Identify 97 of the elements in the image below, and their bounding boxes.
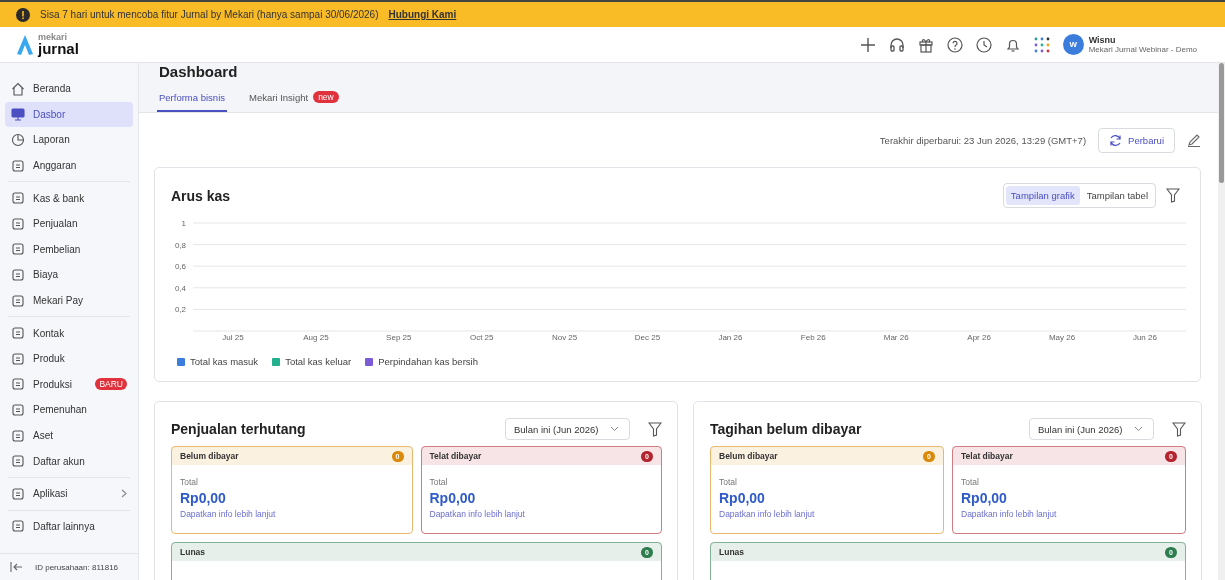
- filter-icon[interactable]: [1166, 188, 1180, 203]
- sidebar-item[interactable]: Produk: [5, 345, 133, 372]
- more-info-link[interactable]: Dapatkan info lebih lanjut: [961, 509, 1177, 519]
- refresh-icon: [1109, 133, 1123, 147]
- logo-icon: [16, 33, 34, 56]
- user-name: Wisnu: [1088, 35, 1117, 45]
- y-tick-label: 0,2: [174, 305, 186, 315]
- period-dropdown[interactable]: Bulan ini (Jun 2026): [505, 418, 630, 440]
- edit-icon[interactable]: [1187, 133, 1201, 147]
- x-tick-label: Sep 25: [386, 333, 412, 342]
- total-label: Total: [180, 477, 199, 487]
- x-tick-label: Aug 25: [303, 333, 329, 342]
- apps-grid-icon[interactable]: [1033, 36, 1050, 53]
- chevron-down-icon: [1134, 426, 1143, 432]
- pie-chart-icon: [11, 133, 25, 147]
- more-info-link[interactable]: Dapatkan info lebih lanjut: [719, 509, 935, 519]
- collapse-icon[interactable]: [10, 562, 23, 572]
- sidebar-item[interactable]: Penjualan: [5, 210, 133, 237]
- x-tick-label: Jul 25: [222, 333, 244, 342]
- logo-product: jurnal: [38, 41, 79, 56]
- plus-icon[interactable]: [859, 36, 876, 53]
- info-icon: [16, 7, 30, 22]
- card-title: Penjualan terhutang: [171, 421, 307, 437]
- sidebar-item[interactable]: Mekari Pay: [5, 287, 133, 314]
- company-name: Mekari Jurnal Webinar - Demo: [1088, 45, 1197, 54]
- contact-link[interactable]: Hubungi Kami: [388, 9, 457, 20]
- filter-icon[interactable]: [648, 421, 662, 437]
- total-label: Total: [429, 477, 449, 487]
- new-badge: BARU: [95, 378, 127, 391]
- page-title: Dashboard: [158, 63, 239, 82]
- amount-value: Rp0,00: [180, 490, 227, 506]
- x-tick-label: Oct 25: [469, 333, 494, 342]
- headset-icon[interactable]: [888, 36, 905, 53]
- help-icon[interactable]: [946, 36, 963, 53]
- more-info-link[interactable]: Dapatkan info lebih lanjut: [180, 509, 404, 519]
- banner-message: Sisa 7 hari untuk mencoba fitur Jurnal by Mekari (hanya sampai 30/06/2026): [40, 9, 379, 20]
- sidebar-item[interactable]: Aplikasi: [5, 480, 133, 507]
- x-tick-label: Feb 26: [800, 333, 826, 342]
- user-avatar[interactable]: W: [1062, 34, 1084, 55]
- sidebar-item[interactable]: Laporan: [5, 127, 133, 153]
- sidebar-item[interactable]: Biaya: [5, 262, 133, 288]
- sidebar-item[interactable]: Aset: [5, 422, 133, 449]
- sidebar-item[interactable]: Kontak: [5, 320, 133, 346]
- period-dropdown[interactable]: Bulan ini (Jun 2026): [1029, 418, 1154, 440]
- sidebar-item[interactable]: Produksi BARU: [5, 371, 133, 398]
- x-tick-label: Apr 26: [967, 333, 991, 342]
- gift-icon[interactable]: [917, 36, 934, 53]
- status-label: Belum dibayar: [180, 451, 239, 461]
- logo-brand: mekari: [38, 33, 69, 42]
- status-label: Lunas: [180, 547, 206, 557]
- scrollbar[interactable]: [1218, 63, 1225, 580]
- status-label: Telat dibayar: [961, 451, 1013, 461]
- view-option[interactable]: Tampilan grafik: [1005, 186, 1080, 205]
- sidebar-item[interactable]: Daftar akun: [5, 448, 133, 474]
- sidebar-item[interactable]: Kas & bank: [5, 185, 133, 211]
- amount-value: Rp0,00: [719, 490, 766, 506]
- tab[interactable]: Mekari Insight new: [247, 91, 341, 112]
- sidebar-item[interactable]: Anggaran: [5, 152, 133, 179]
- clock-icon[interactable]: [975, 36, 992, 53]
- scrollbar-thumb[interactable]: [1219, 63, 1224, 183]
- filter-icon[interactable]: [1172, 421, 1186, 437]
- legend-label: Total kas masuk: [190, 356, 259, 367]
- card-title: Arus kas: [171, 187, 232, 204]
- status-label: Telat dibayar: [429, 451, 482, 461]
- sidebar-item[interactable]: Daftar lainnya: [5, 513, 133, 540]
- x-tick-label: Mar 26: [883, 333, 909, 342]
- card-title: Tagihan belum dibayar: [710, 421, 863, 437]
- x-tick-label: May 26: [1048, 333, 1076, 342]
- x-tick-label: Jan 26: [718, 333, 743, 342]
- status-label: Belum dibayar: [719, 451, 778, 461]
- y-tick-label: 1: [181, 219, 186, 228]
- total-label: Total: [961, 477, 980, 487]
- sidebar-item[interactable]: Beranda: [5, 76, 133, 102]
- y-tick-label: 0,6: [174, 262, 186, 272]
- status-label: Lunas: [719, 547, 745, 557]
- amount-value: Rp0,00: [429, 490, 477, 506]
- monitor-icon: [11, 107, 25, 122]
- refresh-button[interactable]: Perbarui: [1098, 127, 1175, 153]
- sidebar-item[interactable]: Pemenuhan: [5, 397, 133, 423]
- sidebar-item[interactable]: Pembelian: [5, 236, 133, 263]
- legend-label: Perpindahan kas bersih: [378, 356, 478, 367]
- x-tick-label: Nov 25: [551, 333, 578, 342]
- sidebar-item[interactable]: Dasbor: [5, 101, 133, 128]
- y-tick-label: 0,4: [174, 283, 186, 293]
- company-id: ID perusahaan: 811816: [35, 562, 119, 572]
- amount-value: Rp0,00: [961, 490, 1008, 506]
- house-icon: [11, 81, 25, 96]
- y-tick-label: 0,8: [174, 240, 186, 250]
- total-label: Total: [719, 477, 738, 487]
- more-info-link[interactable]: Dapatkan info lebih lanjut: [429, 509, 653, 519]
- chevron-down-icon: [610, 426, 619, 432]
- legend-label: Total kas keluar: [285, 356, 352, 367]
- x-tick-label: Dec 25: [634, 333, 661, 342]
- x-tick-label: Jun 26: [1132, 333, 1157, 342]
- last-updated-text: Terakhir diperbarui: 23 Jun 2026, 13:29 (GMT+7): [879, 134, 1087, 146]
- view-option[interactable]: Tampilan tabel: [1081, 186, 1153, 205]
- chevron-right-icon: [121, 489, 127, 499]
